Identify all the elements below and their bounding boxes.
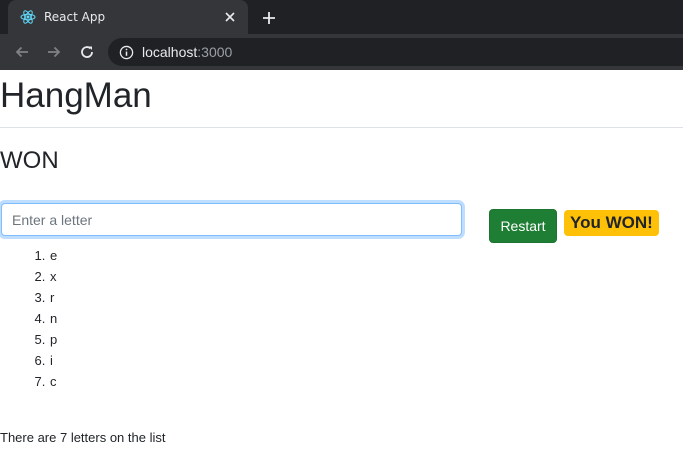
page-title: HangMan bbox=[0, 76, 152, 115]
browser-toolbar: localhost:3000 bbox=[0, 34, 683, 70]
list-item: x bbox=[49, 266, 57, 287]
letter-input[interactable] bbox=[1, 203, 462, 236]
page-content: HangMan WON Restart You WON! e x r n p i… bbox=[0, 70, 683, 469]
list-item: c bbox=[49, 371, 57, 392]
back-arrow-icon[interactable] bbox=[10, 40, 34, 64]
list-item: p bbox=[49, 329, 57, 350]
close-icon[interactable] bbox=[220, 7, 240, 27]
game-status: WON bbox=[0, 147, 59, 174]
letters-list: e x r n p i c bbox=[0, 245, 57, 392]
url-host: localhost bbox=[142, 44, 198, 60]
list-item: n bbox=[49, 308, 57, 329]
letter-count-text: There are 7 letters on the list bbox=[0, 430, 166, 445]
url-port: :3000 bbox=[197, 44, 233, 60]
result-badge: You WON! bbox=[564, 210, 659, 236]
react-logo-icon bbox=[20, 9, 36, 25]
divider bbox=[0, 127, 683, 128]
browser-tab-strip: React App bbox=[0, 0, 683, 34]
list-item: i bbox=[49, 350, 57, 371]
browser-tab[interactable]: React App bbox=[8, 0, 248, 34]
list-item: e bbox=[49, 245, 57, 266]
restart-button[interactable]: Restart bbox=[489, 209, 557, 243]
plus-icon[interactable] bbox=[258, 7, 280, 29]
tab-title: React App bbox=[44, 10, 106, 24]
address-bar[interactable]: localhost:3000 bbox=[108, 38, 683, 66]
list-item: r bbox=[49, 287, 57, 308]
info-icon[interactable] bbox=[118, 44, 134, 60]
forward-arrow-icon[interactable] bbox=[42, 40, 66, 64]
reload-icon[interactable] bbox=[75, 40, 99, 64]
